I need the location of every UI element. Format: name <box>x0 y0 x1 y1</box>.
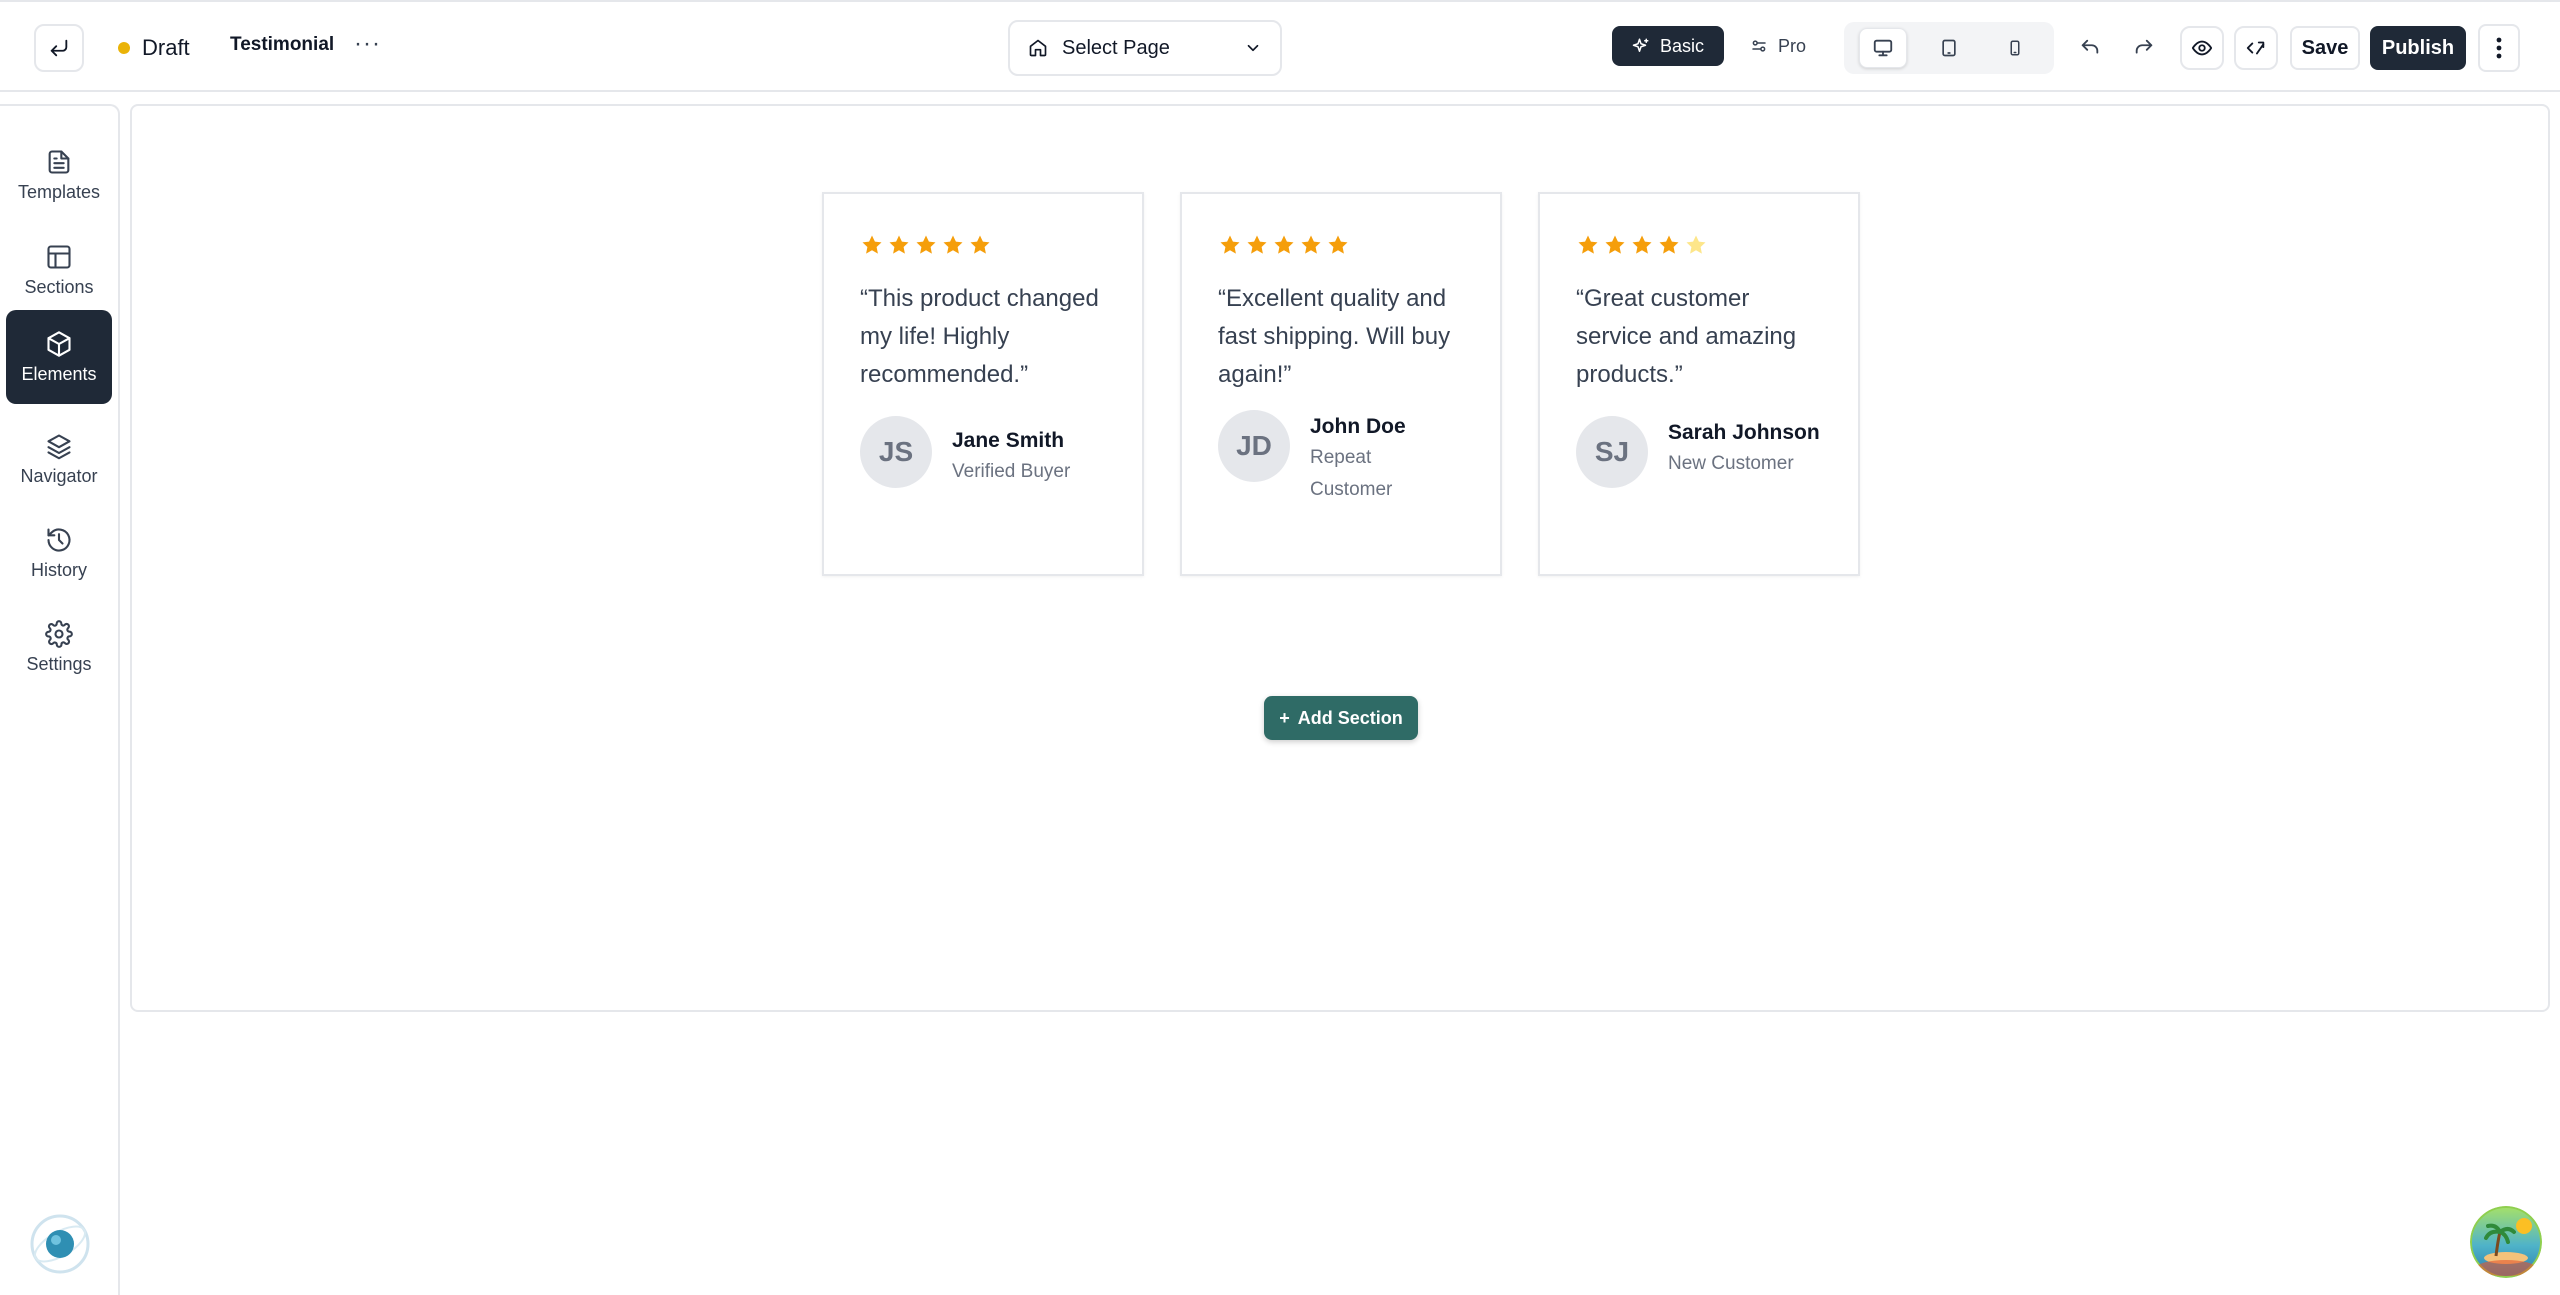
sidebar-item-label: Elements <box>21 363 97 384</box>
testimonial-card[interactable]: “Great customer service and amazing prod… <box>1538 192 1860 576</box>
star-filled-icon <box>1659 235 1679 254</box>
star-filled-icon <box>1220 235 1240 254</box>
tablet-icon <box>1942 39 1956 57</box>
home-icon <box>1029 39 1047 57</box>
sidebar-item-history[interactable]: History <box>6 506 112 600</box>
author-name: Jane Smith <box>952 429 1065 452</box>
testimonial-quote: “Great customer service and amazing prod… <box>1576 285 1797 388</box>
sidebar-item-label: Templates <box>17 181 101 202</box>
publish-button[interactable]: Publish <box>2370 26 2466 70</box>
island-avatar-icon[interactable] <box>2470 1206 2542 1278</box>
select-page-label: Select Page <box>1062 36 1170 59</box>
mode-basic-label: Basic <box>1660 35 1705 56</box>
testimonial-quote: “Excellent quality and fast shipping. Wi… <box>1218 285 1451 388</box>
testimonial-quote: “This product changed my life! Highly re… <box>860 285 1099 388</box>
monitor-icon <box>1873 39 1893 57</box>
avatar: JD <box>1218 410 1290 482</box>
testimonial-card[interactable]: “This product changed my life! Highly re… <box>822 192 1144 576</box>
star-filled-icon <box>1247 235 1267 254</box>
code-export-button[interactable] <box>2234 26 2278 70</box>
star-rating <box>1218 230 1464 260</box>
star-empty-icon <box>1686 235 1706 254</box>
sparkles-icon <box>1632 38 1649 52</box>
editor-canvas[interactable]: “This product changed my life! Highly re… <box>130 104 2550 1012</box>
more-options-icon[interactable]: ··· <box>354 30 381 58</box>
sidebar-item-sections[interactable]: Sections <box>6 223 112 317</box>
star-filled-icon <box>889 235 909 254</box>
sidebar-item-navigator[interactable]: Navigator <box>6 412 112 506</box>
sidebar-item-elements[interactable]: Elements <box>6 310 112 404</box>
layers-icon <box>47 433 71 459</box>
draft-status: Draft <box>118 32 190 64</box>
author-name: Sarah Johnson <box>1668 421 1820 444</box>
avatar: JS <box>860 416 932 488</box>
eye-icon <box>2191 40 2213 56</box>
smartphone-icon <box>2010 40 2020 56</box>
history-icon <box>47 527 71 552</box>
sidebar-item-settings[interactable]: Settings <box>6 600 112 694</box>
status-dot <box>118 42 130 54</box>
more-menu-button[interactable] <box>2478 24 2520 72</box>
add-section-button[interactable]: + Add Section <box>1264 696 1418 740</box>
top-toolbar: Draft Testimonial ··· Select Page Basic … <box>0 0 2560 92</box>
sidebar-item-label: Sections <box>24 276 94 297</box>
mode-pro-label: Pro <box>1778 35 1807 56</box>
sidebar-item-label: Navigator <box>20 465 98 486</box>
star-rating <box>860 230 1106 260</box>
sliders-icon <box>1752 40 1766 52</box>
star-filled-icon <box>970 235 990 254</box>
testimonial-author: SJ Sarah Johnson New Customer <box>1576 416 1822 488</box>
cube-icon <box>47 330 71 357</box>
star-filled-icon <box>943 235 963 254</box>
author-name: John Doe <box>1310 415 1406 438</box>
sidebar-item-label: Settings <box>26 653 92 674</box>
star-filled-icon <box>916 235 936 254</box>
document-icon <box>48 149 70 174</box>
star-filled-icon <box>1274 235 1294 254</box>
page-title[interactable]: Testimonial <box>230 34 334 56</box>
redo-button[interactable] <box>2122 26 2166 70</box>
mobile-view-button[interactable] <box>1991 28 2039 68</box>
author-role: Repeat Customer <box>1310 447 1393 500</box>
testimonial-card[interactable]: “Excellent quality and fast shipping. Wi… <box>1180 192 1502 576</box>
testimonial-author: JD John Doe Repeat Customer <box>1218 410 1464 506</box>
device-preview-switch <box>1844 22 2054 74</box>
exit-editor-button[interactable] <box>34 24 84 72</box>
desktop-view-button[interactable] <box>1859 28 1907 68</box>
star-filled-icon <box>1328 235 1348 254</box>
chevron-down-icon <box>1247 44 1259 52</box>
author-role: Verified Buyer <box>952 461 1071 482</box>
return-arrow-icon <box>50 39 68 57</box>
gear-icon <box>45 619 73 648</box>
layout-icon <box>47 244 71 269</box>
tag-edit-icon <box>2246 41 2265 55</box>
star-filled-icon <box>1605 235 1625 254</box>
star-filled-icon <box>1578 235 1598 254</box>
redo-icon <box>2135 39 2153 54</box>
save-button[interactable]: Save <box>2290 26 2360 70</box>
mode-pro-button[interactable]: Pro <box>1730 26 1826 66</box>
plus-icon: + <box>1279 707 1290 728</box>
preview-button[interactable] <box>2180 26 2224 70</box>
sidebar-item-templates[interactable]: Templates <box>6 128 112 222</box>
star-filled-icon <box>1301 235 1321 254</box>
undo-button[interactable] <box>2068 26 2112 70</box>
assistant-orb-icon[interactable] <box>28 1212 92 1276</box>
sidebar-item-label: History <box>30 559 87 580</box>
star-filled-icon <box>862 235 882 254</box>
mode-basic-button[interactable]: Basic <box>1612 26 1725 66</box>
star-rating <box>1576 230 1822 260</box>
undo-icon <box>2081 39 2099 54</box>
add-section-label: Add Section <box>1297 707 1403 728</box>
star-filled-icon <box>1632 235 1652 254</box>
testimonial-author: JS Jane Smith Verified Buyer <box>860 416 1106 488</box>
select-page-dropdown[interactable]: Select Page <box>1008 20 1282 76</box>
editor-mode-switch: Basic Pro <box>1612 26 1826 70</box>
tablet-view-button[interactable] <box>1925 28 1973 68</box>
vertical-dots-icon <box>2496 37 2502 59</box>
avatar: SJ <box>1576 416 1648 488</box>
left-sidebar: Templates Sections Elements Navigator Hi… <box>0 104 120 1295</box>
status-label: Draft <box>142 35 190 60</box>
author-role: New Customer <box>1668 453 1794 474</box>
